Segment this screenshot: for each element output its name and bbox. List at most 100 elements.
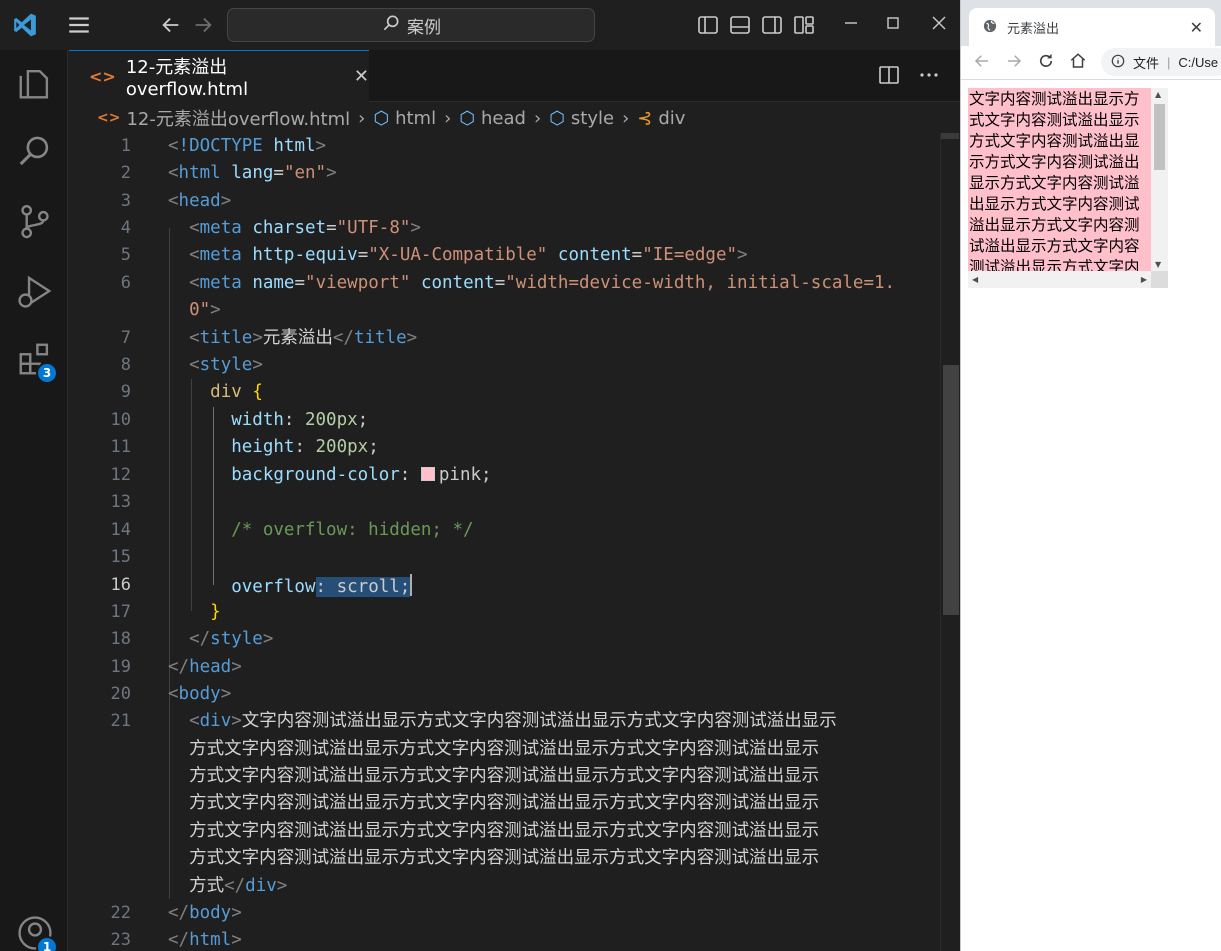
close-tab-icon[interactable]: ✕: [354, 66, 369, 87]
address-url: C:/Use: [1178, 54, 1219, 70]
breadcrumb-div[interactable]: div: [658, 108, 685, 129]
line-number: 2: [120, 163, 131, 183]
code-line-9: div {: [210, 382, 263, 402]
code-line-4: <meta charset="UTF-8">: [189, 218, 421, 238]
back-arrow-icon[interactable]: [160, 14, 182, 40]
box-horizontal-scrollbar[interactable]: ◀ ▶: [968, 271, 1151, 288]
back-arrow-icon[interactable]: [973, 52, 991, 75]
code-line-6: <meta name="viewport" content="width=dev…: [189, 273, 896, 293]
line-number: 14: [110, 520, 131, 540]
line-number: 8: [120, 355, 131, 375]
scroll-left-arrow-icon[interactable]: ◀: [972, 275, 978, 284]
layout-controls: [697, 14, 815, 36]
chevron-right-icon: ›: [358, 107, 366, 129]
toggle-secondary-sidebar-icon[interactable]: [761, 14, 783, 36]
run-debug-icon[interactable]: [16, 272, 54, 310]
scroll-up-arrow-icon[interactable]: ▲: [1155, 90, 1161, 99]
reload-icon[interactable]: [1037, 52, 1055, 75]
search-view-icon[interactable]: [16, 132, 54, 170]
browser-window: 元素溢出 ✕ 文件 | C:/Use 文字内容测试溢出显示方式文字内容测试溢出显…: [960, 0, 1221, 951]
indent-guide-active: [213, 407, 214, 585]
code-line-8: <style>: [189, 355, 263, 375]
code-line-20: <body>: [168, 684, 232, 704]
line-number: 7: [120, 328, 131, 348]
code-line-5: <meta http-equiv="X-UA-Compatible" conte…: [189, 245, 748, 265]
toggle-sidebar-icon[interactable]: [697, 14, 719, 36]
breadcrumb-html[interactable]: html: [395, 108, 436, 129]
scroll-position-marker: [941, 133, 959, 139]
line-number: 6: [120, 273, 131, 293]
address-bar[interactable]: 文件 | C:/Use: [1101, 48, 1221, 76]
browser-tab-strip: 元素溢出 ✕: [961, 0, 1221, 46]
box-vertical-scrollbar[interactable]: ▲ ▼: [1151, 88, 1168, 271]
html-file-icon: <>: [89, 67, 116, 86]
accounts-badge: 1: [36, 936, 58, 951]
split-editor-icon[interactable]: [878, 64, 900, 90]
browser-page: 文字内容测试溢出显示方式文字内容测试溢出显示方式文字内容测试溢出显示方式文字内容…: [961, 81, 1221, 951]
code-line-14: /* overflow: hidden; */: [231, 520, 474, 540]
line-number: 9: [120, 382, 131, 402]
minimize-icon[interactable]: [840, 12, 862, 38]
chevron-right-icon: ›: [622, 107, 630, 129]
breadcrumb-head[interactable]: head: [481, 108, 526, 129]
line-number: 4: [120, 218, 131, 238]
code-line-21-wrap-2: 方式文字内容测试溢出显示方式文字内容测试溢出显示方式文字内容测试溢出显示: [189, 766, 820, 786]
code-line-16: overflow: scroll;: [168, 574, 413, 598]
command-center-search[interactable]: 案例: [227, 8, 595, 42]
close-window-icon[interactable]: [928, 12, 950, 38]
overflow-scroll-box[interactable]: 文字内容测试溢出显示方式文字内容测试溢出显示方式文字内容测试溢出显示方式文字内容…: [968, 88, 1168, 288]
line-number: 13: [110, 492, 131, 512]
line-number: 10: [110, 410, 131, 430]
editor-scroll-thumb[interactable]: [943, 365, 959, 615]
code-line-21-wrap-6: 方式</div>: [189, 876, 288, 896]
editor-tab-active[interactable]: <> 12-元素溢出overflow.html ✕: [69, 50, 369, 102]
code-line-11: height: 200px;: [231, 437, 379, 457]
box-vertical-thumb[interactable]: [1154, 104, 1165, 170]
line-number: 18: [110, 629, 131, 649]
element-cube-icon: ⬡: [373, 107, 390, 129]
code-line-3: <head>: [168, 191, 232, 211]
close-tab-icon[interactable]: ✕: [1190, 18, 1203, 38]
search-icon: [381, 13, 401, 38]
forward-arrow-icon[interactable]: [1005, 52, 1023, 75]
explorer-icon[interactable]: [16, 64, 54, 102]
line-number: 12: [110, 465, 131, 485]
toggle-panel-icon[interactable]: [729, 14, 751, 36]
line-number: 23: [110, 930, 131, 950]
customize-layout-icon[interactable]: [793, 14, 815, 36]
line-number: 19: [110, 657, 131, 677]
forward-arrow-icon[interactable]: [192, 14, 214, 40]
home-icon[interactable]: [1069, 52, 1087, 75]
browser-tab[interactable]: 元素溢出 ✕: [969, 8, 1215, 46]
editor-scrollbar[interactable]: [940, 133, 960, 951]
selected-text: : scroll;: [315, 577, 411, 597]
menu-icon[interactable]: [66, 12, 92, 42]
source-control-icon[interactable]: [16, 202, 54, 240]
scroll-right-arrow-icon[interactable]: ▶: [1141, 275, 1147, 284]
line-number: 1: [120, 136, 131, 156]
breadcrumb: <> 12-元素溢出overflow.html › ⬡ html › ⬡ hea…: [69, 103, 960, 133]
breadcrumb-file[interactable]: 12-元素溢出overflow.html: [126, 105, 350, 131]
code-line-19: </head>: [168, 657, 242, 677]
element-cube-icon: ⬡: [549, 107, 565, 129]
line-number: 22: [110, 903, 131, 923]
chevron-right-icon: ›: [533, 107, 542, 129]
color-swatch[interactable]: [420, 467, 435, 481]
editor-actions: [878, 64, 940, 90]
extensions-badge: 3: [36, 362, 58, 384]
scroll-down-arrow-icon[interactable]: ▼: [1155, 260, 1161, 269]
element-cube-icon: ⬡: [459, 107, 476, 129]
more-actions-icon[interactable]: [918, 64, 940, 90]
activity-bar: 3 1: [0, 50, 68, 951]
search-label: 案例: [407, 17, 441, 38]
breadcrumb-style[interactable]: style: [571, 108, 614, 129]
code-line-21: <div>文字内容测试溢出显示方式文字内容测试溢出显示方式文字内容测试溢出显示: [189, 711, 837, 731]
code-editor[interactable]: 1 2 3 4 5 6 7 8 9 10 11 12 13 14 15 16 17 18 19 20 21 22 23 <!…: [69, 133, 940, 951]
scrollbar-corner: [1151, 271, 1168, 288]
line-number: 15: [110, 547, 131, 567]
tab-title: 12-元素溢出overflow.html: [125, 57, 249, 100]
code-line-2: <html lang="en">: [168, 163, 337, 183]
code-line-21-wrap-3: 方式文字内容测试溢出显示方式文字内容测试溢出显示方式文字内容测试溢出显示: [189, 793, 820, 813]
maximize-icon[interactable]: [882, 12, 904, 38]
code-line-21-wrap-4: 方式文字内容测试溢出显示方式文字内容测试溢出显示方式文字内容测试溢出显示: [189, 821, 820, 841]
